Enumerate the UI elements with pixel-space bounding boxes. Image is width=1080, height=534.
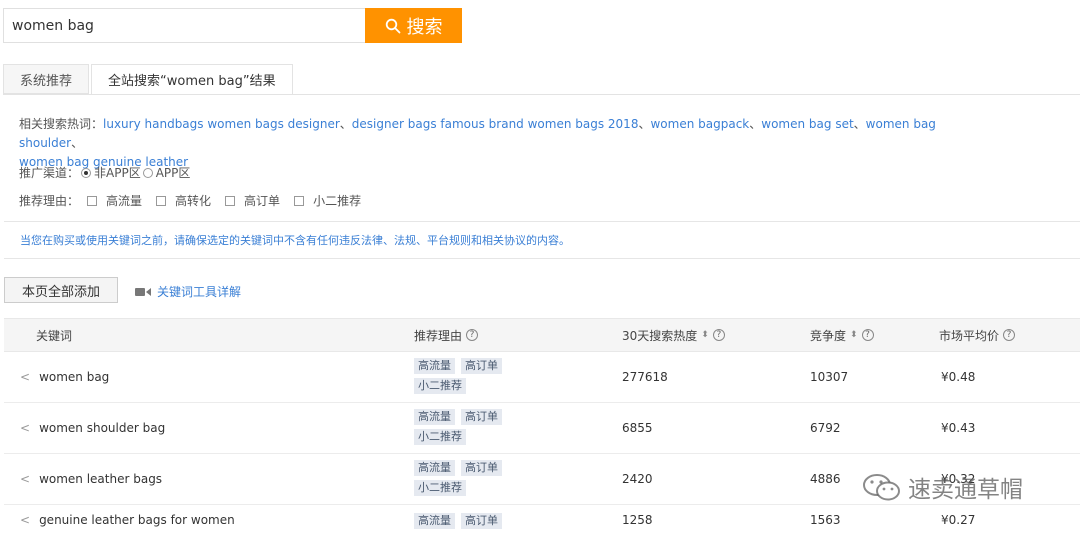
related-link[interactable]: women bagpack <box>650 117 749 131</box>
separator: 、 <box>638 117 651 131</box>
heat-value: 6855 <box>622 421 653 435</box>
header-reason: 推荐理由? <box>414 319 479 351</box>
separator: 、 <box>749 117 762 131</box>
keyword-text: women leather bags <box>39 472 163 486</box>
search-icon <box>385 18 400 33</box>
keyword-text: women bag <box>39 370 110 384</box>
search-button-label: 搜索 <box>406 16 443 38</box>
heat-value: 1258 <box>622 512 653 527</box>
tag: 小二推荐 <box>414 429 466 445</box>
related-link[interactable]: designer bags famous brand women bags 20… <box>352 117 639 131</box>
search-bar: 搜索 <box>3 8 462 45</box>
wechat-icon <box>863 474 900 501</box>
competition-value: 4886 <box>810 472 841 486</box>
search-button[interactable]: 搜索 <box>365 8 462 43</box>
header-keyword: 关键词 <box>36 319 72 351</box>
header-reason-label: 推荐理由 <box>414 328 463 343</box>
heat-value: 277618 <box>622 370 668 384</box>
reason-tags: 高流量 高订单 小二推荐 <box>414 460 524 496</box>
header-heat[interactable]: 30天搜索热度 ⬍? <box>622 319 725 351</box>
price-value: ¥0.27 <box>941 512 976 527</box>
reason-filter: 推荐理由： 高流量 高转化 高订单 小二推荐 <box>19 192 367 209</box>
tag: 高订单 <box>461 513 502 529</box>
table-header: 关键词 推荐理由? 30天搜索热度 ⬍? 竞争度 ⬍? 市场平均价? <box>4 318 1080 352</box>
add-all-button[interactable]: 本页全部添加 <box>4 277 118 303</box>
heat-value: 2420 <box>622 472 653 486</box>
keyword-tool-link[interactable]: 关键词工具详解 <box>135 283 241 300</box>
tab-system-recommend[interactable]: 系统推荐 <box>3 64 90 94</box>
competition-value: 1563 <box>810 512 841 527</box>
separator: 、 <box>71 136 84 150</box>
channel-label: 推广渠道： <box>19 166 80 180</box>
price-value: ¥0.43 <box>941 421 976 435</box>
checkbox-label: 小二推荐 <box>313 194 362 208</box>
tag: 高流量 <box>414 460 455 476</box>
tag: 高订单 <box>461 409 502 425</box>
help-icon[interactable]: ? <box>1003 329 1016 341</box>
sort-icon[interactable]: ⬍ <box>850 330 858 340</box>
watermark: 速卖通草帽 <box>862 470 1023 504</box>
competition-value: 10307 <box>810 370 849 384</box>
reason-tags: 高流量 高订单 <box>414 513 524 529</box>
reason-tags: 高流量 高订单 小二推荐 <box>414 409 524 445</box>
header-keyword-label: 关键词 <box>36 328 73 343</box>
separator: 、 <box>339 117 352 131</box>
tag: 小二推荐 <box>414 480 466 496</box>
watermark-text: 速卖通草帽 <box>908 477 1023 503</box>
help-icon[interactable]: ? <box>861 329 874 341</box>
checkbox-high-traffic[interactable] <box>87 195 98 206</box>
channel-filter: 推广渠道： 非APP区 APP区 <box>19 164 196 181</box>
tag: 小二推荐 <box>414 378 466 394</box>
keyword-text: genuine leather bags for women <box>39 512 235 527</box>
tag: 高流量 <box>414 409 455 425</box>
tag: 高流量 <box>414 513 455 529</box>
add-keyword-icon[interactable]: < <box>20 472 30 486</box>
header-heat-label: 30天搜索热度 <box>622 328 698 343</box>
header-price-label: 市场平均价 <box>939 328 1000 343</box>
add-keyword-icon[interactable]: < <box>20 421 30 435</box>
radio-non-app-label: 非APP区 <box>94 166 141 180</box>
add-keyword-icon[interactable]: < <box>20 370 30 384</box>
tag: 高订单 <box>461 358 502 374</box>
price-value: ¥0.48 <box>941 370 976 384</box>
reason-tags: 高流量 高订单 小二推荐 <box>414 358 524 394</box>
reason-label: 推荐理由： <box>19 194 80 208</box>
keyword-text: women shoulder bag <box>39 421 166 435</box>
related-link[interactable]: luxury handbags women bags designer <box>103 117 340 131</box>
video-camera-icon <box>135 287 151 296</box>
competition-value: 6792 <box>810 421 841 435</box>
result-tabs: 系统推荐 全站搜索“women bag”结果 <box>3 64 295 95</box>
checkbox-label: 高流量 <box>106 194 143 208</box>
header-competition-label: 竞争度 <box>810 328 847 343</box>
table-row: < women shoulder bag 高流量 高订单 小二推荐 6855 67… <box>4 403 1080 454</box>
keyword-tool-link-label: 关键词工具详解 <box>157 285 242 299</box>
tag: 高订单 <box>461 460 502 476</box>
help-icon[interactable]: ? <box>466 329 479 341</box>
add-keyword-icon[interactable]: < <box>20 513 30 527</box>
related-link[interactable]: women bag set <box>761 117 853 131</box>
checkbox-high-conversion[interactable] <box>156 195 167 206</box>
checkbox-high-orders[interactable] <box>225 195 236 206</box>
compliance-notice: 当您在购买或使用关键词之前，请确保选定的关键词中不含有任何违反法律、法规、平台规… <box>4 221 1080 259</box>
table-row: < genuine leather bags for women 高流量 高订单 … <box>4 505 1080 534</box>
radio-non-app[interactable] <box>81 167 92 178</box>
checkbox-label: 高订单 <box>244 194 281 208</box>
table-row: < women bag 高流量 高订单 小二推荐 277618 10307 ¥0.… <box>4 352 1080 403</box>
radio-app[interactable] <box>142 167 153 178</box>
tabs-divider <box>3 94 1080 95</box>
related-label: 相关搜索热词： <box>19 117 104 131</box>
sort-icon[interactable]: ⬍ <box>701 330 709 340</box>
search-input[interactable] <box>3 8 365 43</box>
checkbox-staff-recommend[interactable] <box>294 195 305 206</box>
header-price: 市场平均价? <box>939 319 1016 351</box>
radio-app-label: APP区 <box>155 166 191 180</box>
tab-site-search-results[interactable]: 全站搜索“women bag”结果 <box>91 64 293 95</box>
help-icon[interactable]: ? <box>712 329 725 341</box>
tag: 高流量 <box>414 358 455 374</box>
checkbox-label: 高转化 <box>175 194 212 208</box>
separator: 、 <box>853 117 866 131</box>
header-competition[interactable]: 竞争度 ⬍? <box>810 319 874 351</box>
